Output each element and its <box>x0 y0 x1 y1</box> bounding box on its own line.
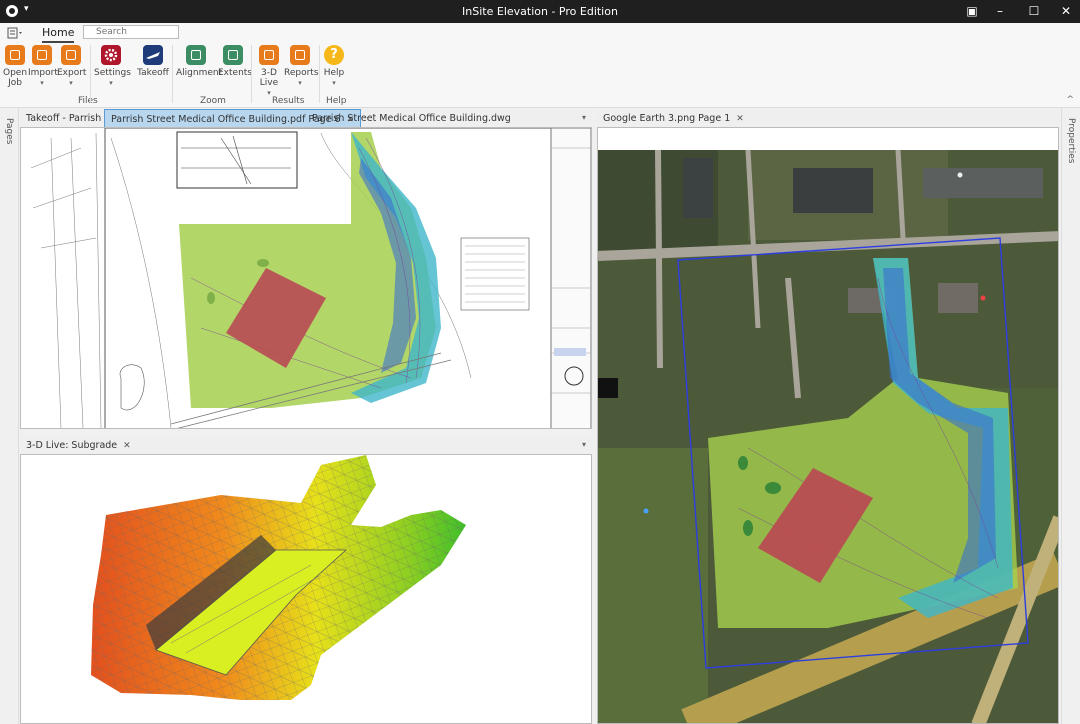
alignment-icon <box>186 45 206 65</box>
site-plan-drawing <box>21 128 591 428</box>
group-files-label: Files <box>78 96 98 106</box>
tab-list-caret-icon[interactable]: ▾ <box>582 113 586 122</box>
aerial-photo-overlay <box>598 128 1058 723</box>
file-menu-icon[interactable] <box>7 27 23 39</box>
open-job-icon <box>5 45 25 65</box>
3d-live-button[interactable]: 3-D Live ▾ <box>256 45 282 98</box>
aerial-image-view[interactable] <box>597 127 1059 724</box>
reports-icon <box>290 45 310 65</box>
title-bar: ▾ InSite Elevation - Pro Edition ▣ – ☐ ✕ <box>0 0 1080 23</box>
document-tabstrip: Takeoff - Parrish Rd Parrish Street Medi… <box>20 109 592 127</box>
extents-button[interactable]: Extents <box>218 45 252 78</box>
ribbon: Home Open Job Import ▾ Export ▾ Files Se… <box>0 23 1080 108</box>
close-tab-icon[interactable]: ✕ <box>736 114 744 124</box>
tab-list-caret-icon[interactable]: ▾ <box>582 440 586 449</box>
restore-layout-icon[interactable]: ▣ <box>962 2 982 20</box>
3d-live-icon <box>259 45 279 65</box>
collapse-ribbon-icon[interactable]: ^ <box>1066 95 1074 105</box>
tab-google-earth[interactable]: Google Earth 3.png Page 1 ✕ <box>597 109 750 127</box>
alignment-button[interactable]: Alignment <box>176 45 222 78</box>
help-button[interactable]: ? Help ▾ <box>322 45 346 88</box>
settings-icon <box>101 45 121 65</box>
search-input[interactable] <box>83 25 179 39</box>
extents-icon <box>223 45 243 65</box>
reports-button[interactable]: Reports ▾ <box>284 45 319 88</box>
takeoff-button[interactable]: Takeoff <box>137 45 169 78</box>
properties-panel[interactable]: Properties <box>1061 108 1080 724</box>
bottom-tabstrip: 3-D Live: Subgrade ✕ ▾ <box>20 436 592 454</box>
tab-3d-live-subgrade[interactable]: 3-D Live: Subgrade ✕ <box>20 436 137 454</box>
import-button[interactable]: Import ▾ <box>28 45 58 88</box>
open-job-button[interactable]: Open Job <box>3 45 27 88</box>
properties-panel-label[interactable]: Properties <box>1066 118 1076 163</box>
export-button[interactable]: Export ▾ <box>57 45 86 88</box>
export-icon <box>61 45 81 65</box>
group-zoom-label: Zoom <box>200 96 226 106</box>
pages-panel[interactable]: Pages <box>0 108 19 724</box>
minimize-button[interactable]: – <box>990 2 1010 20</box>
pdf-plan-view[interactable] <box>20 127 592 429</box>
tab-home[interactable]: Home <box>42 26 75 43</box>
close-button[interactable]: ✕ <box>1056 2 1076 20</box>
window-title: InSite Elevation - Pro Edition <box>462 5 618 18</box>
3d-subgrade-model <box>21 455 591 723</box>
tab-medical-dwg[interactable]: Parrish Street Medical Office Building.d… <box>306 109 517 127</box>
takeoff-icon <box>143 45 163 65</box>
3d-live-view[interactable] <box>20 454 592 724</box>
group-results-label: Results <box>272 96 305 106</box>
import-icon <box>32 45 52 65</box>
group-help-label: Help <box>326 96 347 106</box>
close-tab-icon[interactable]: ✕ <box>123 441 131 451</box>
settings-button[interactable]: Settings ▾ <box>94 45 131 88</box>
right-tabstrip: Google Earth 3.png Page 1 ✕ <box>597 109 1059 127</box>
maximize-button[interactable]: ☐ <box>1024 2 1044 20</box>
pages-panel-label[interactable]: Pages <box>4 118 14 144</box>
help-icon: ? <box>324 45 344 65</box>
